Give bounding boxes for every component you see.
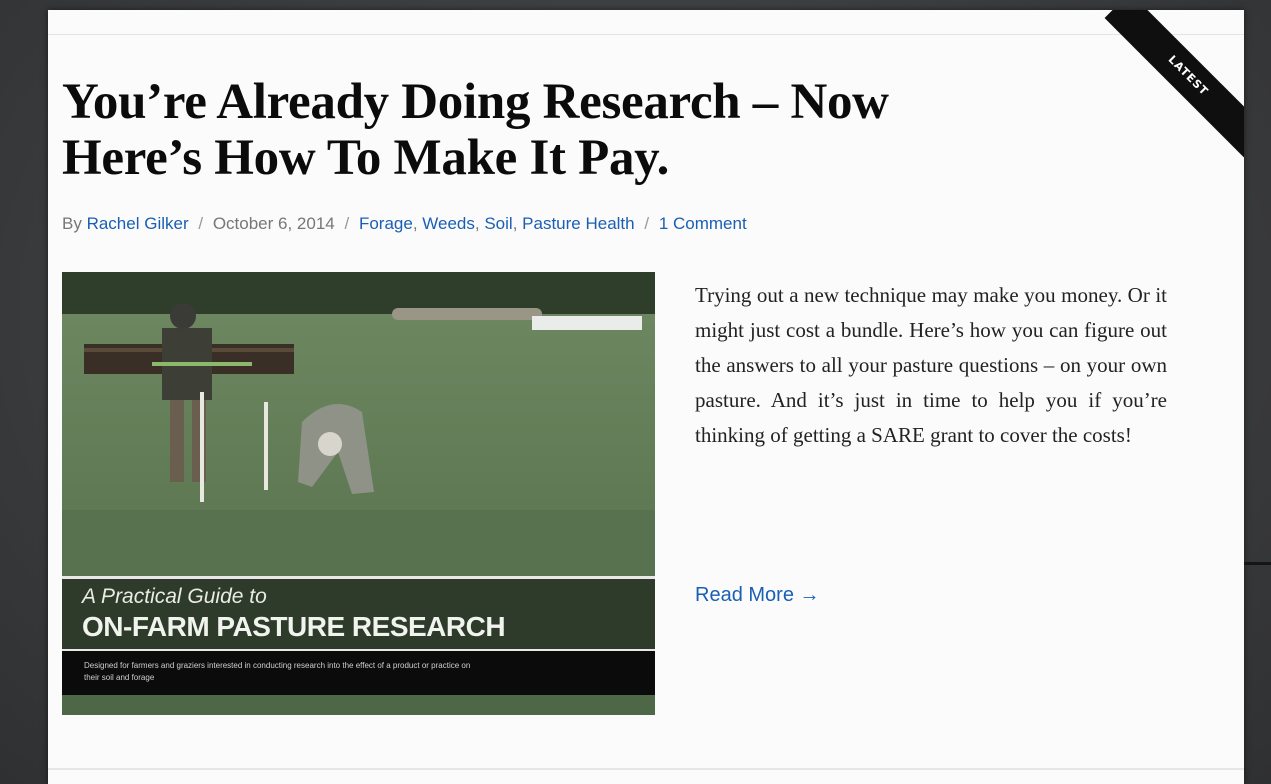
category-link-pasture-health[interactable]: Pasture Health — [522, 214, 634, 233]
post-title[interactable]: You’re Already Doing Research – Now Here… — [62, 74, 962, 186]
post-thumbnail[interactable]: A Practical Guide to ON-FARM PASTURE RES… — [62, 272, 655, 715]
cover-subtitle: A Practical Guide to — [82, 585, 267, 608]
meta-separator: / — [344, 214, 350, 233]
category-link-weeds[interactable]: Weeds — [422, 214, 475, 233]
latest-ribbon: LATEST — [1104, 10, 1244, 160]
cover-title: ON-FARM PASTURE RESEARCH — [82, 611, 506, 642]
meta-by: By — [62, 214, 82, 233]
cover-description: Designed for farmers and graziers intere… — [84, 661, 471, 682]
author-link[interactable]: Rachel Gilker — [87, 214, 189, 233]
post-date: October 6, 2014 — [212, 214, 335, 233]
meta-separator: / — [644, 214, 650, 233]
cover-description-band: Designed for farmers and graziers intere… — [62, 651, 655, 695]
edge-marker — [1244, 562, 1271, 565]
post-meta: By Rachel Gilker / October 6, 2014 / For… — [62, 214, 747, 233]
comments-link[interactable]: 1 Comment — [659, 214, 747, 233]
post-card: LATEST You’re Already Doing Research – N… — [48, 10, 1244, 784]
top-divider — [48, 34, 1244, 35]
category-link-forage[interactable]: Forage — [359, 214, 413, 233]
cover-title-banner: A Practical Guide to ON-FARM PASTURE RES… — [62, 576, 655, 652]
bottom-divider — [48, 768, 1244, 770]
category-link-soil[interactable]: Soil — [484, 214, 512, 233]
meta-separator: / — [198, 214, 204, 233]
post-excerpt: Trying out a new technique may make you … — [695, 283, 1167, 447]
read-more-link[interactable]: Read More → — [695, 584, 820, 607]
